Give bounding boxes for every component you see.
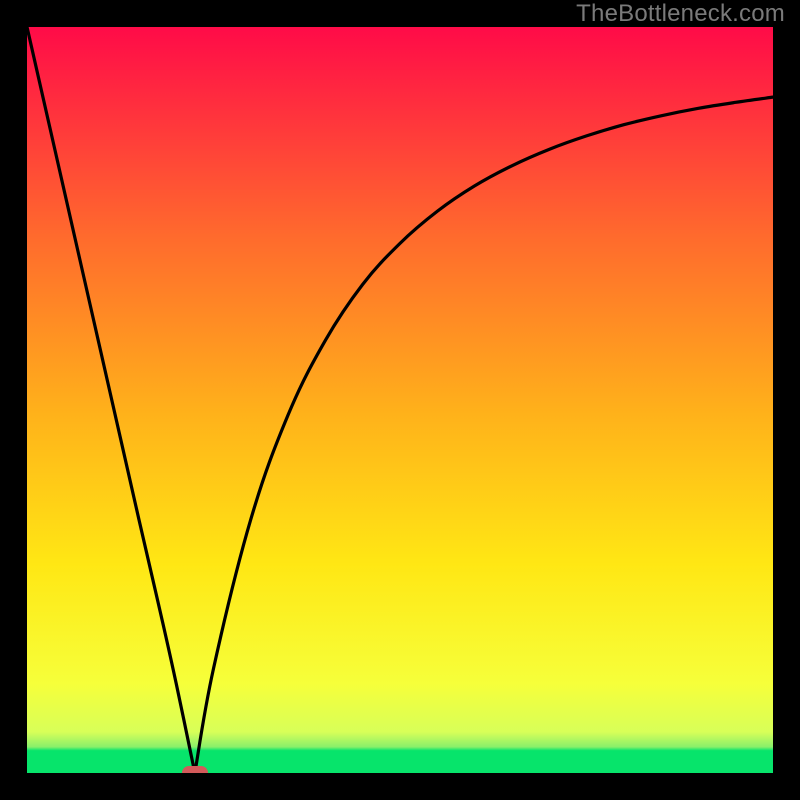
plot-area [27, 27, 773, 773]
series-curve [27, 27, 773, 773]
chart-root: TheBottleneck.com [0, 0, 800, 800]
watermark-text: TheBottleneck.com [576, 0, 785, 28]
minimum-marker [182, 766, 208, 773]
